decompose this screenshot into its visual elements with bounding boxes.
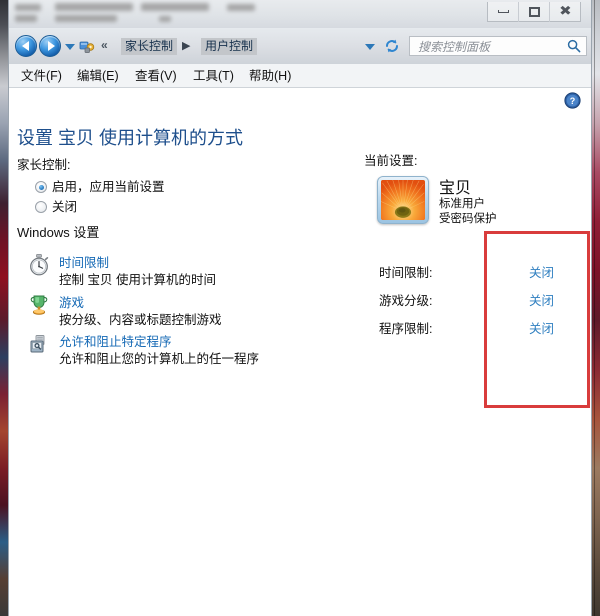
svg-text:?: ? [570, 96, 576, 106]
status-value-game-ratings: 关闭 [529, 294, 555, 308]
menu-item-tools[interactable]: 工具(T) [193, 67, 234, 85]
minimize-button[interactable] [488, 1, 519, 22]
trophy-icon [30, 295, 48, 315]
radio-indicator-on[interactable] [35, 181, 47, 193]
avatar-flower-image [381, 180, 425, 220]
window-controls: ✖ [487, 1, 581, 22]
obscured-title-text [141, 3, 209, 11]
address-bar: « 家长控制 ▶ 用户控制 搜索控制面板 [9, 28, 591, 64]
search-input-placeholder[interactable]: 搜索控制面板 [418, 39, 490, 55]
parental-controls-label: 家长控制: [17, 158, 71, 172]
close-icon: ✖ [558, 4, 572, 19]
desc-allow-block-programs: 允许和阻止您的计算机上的任一程序 [59, 352, 260, 366]
obscured-title-text [55, 15, 117, 22]
back-arrow-icon [21, 41, 29, 51]
forward-button[interactable] [39, 35, 61, 57]
menu-item-help[interactable]: 帮助(H) [249, 67, 291, 85]
menu-bar: 文件(F) 编辑(E) 查看(V) 工具(T) 帮助(H) [9, 64, 591, 88]
menu-item-file[interactable]: 文件(F) [21, 67, 62, 85]
recent-locations-dropdown-icon[interactable] [65, 44, 75, 50]
radio-off[interactable]: 关闭 [35, 196, 77, 215]
back-button[interactable] [15, 35, 37, 57]
user-avatar [377, 176, 429, 224]
stopwatch-icon [30, 254, 49, 276]
windows-settings-heading: Windows 设置 [17, 225, 100, 240]
screenshot-root: ✖ « 家长控制 ▶ 用户控制 搜索控制面板 文件(F) 编辑(E) 查看(V)… [0, 0, 600, 616]
obscured-title-text [15, 4, 41, 11]
status-value-program-limits: 关闭 [529, 322, 555, 336]
user-password-protection: 受密码保护 [439, 213, 497, 225]
breadcrumb-item-user-controls[interactable]: 用户控制 [201, 38, 258, 55]
gerbera-flower-graphic [381, 180, 425, 220]
obscured-title-text [159, 16, 171, 22]
help-icon[interactable]: ? [564, 92, 581, 109]
obscured-title-text [227, 4, 255, 11]
menu-item-edit[interactable]: 编辑(E) [77, 67, 119, 85]
forward-arrow-icon [47, 41, 55, 51]
page-title: 设置 宝贝 使用计算机的方式 [17, 128, 244, 148]
breadcrumb-separator-icon[interactable]: ▶ [182, 39, 190, 52]
programs-icon [30, 335, 45, 353]
maximize-icon [528, 6, 540, 17]
control-panel-icon [79, 41, 95, 53]
menu-item-view[interactable]: 查看(V) [135, 67, 177, 85]
close-button[interactable]: ✖ [550, 2, 580, 22]
minimize-icon [497, 10, 509, 13]
status-value-time-limits: 关闭 [529, 266, 555, 280]
search-icon[interactable] [567, 39, 581, 53]
breadcrumb-item-parental-controls[interactable]: 家长控制 [121, 38, 178, 55]
obscured-title-text [15, 15, 37, 22]
current-settings-label: 当前设置: [364, 154, 418, 168]
radio-label-enable: 启用，应用当前设置 [52, 180, 165, 194]
radio-enable-apply-settings[interactable]: 启用，应用当前设置 [35, 176, 165, 195]
window-title-bar[interactable]: ✖ [9, 0, 591, 28]
maximize-button[interactable] [519, 1, 550, 22]
refresh-icon[interactable] [384, 38, 400, 54]
window-shadow-line [594, 0, 595, 616]
radio-label-off: 关闭 [52, 200, 78, 214]
status-label-time-limits: 时间限制: [379, 266, 433, 280]
main-content: ? 设置 宝贝 使用计算机的方式 家长控制: 启用，应用当前设置 关闭 Wind… [9, 88, 591, 616]
control-panel-window: ✖ « 家长控制 ▶ 用户控制 搜索控制面板 文件(F) 编辑(E) 查看(V)… [8, 0, 592, 616]
radio-indicator-off[interactable] [35, 201, 47, 213]
status-label-game-ratings: 游戏分级: [379, 294, 433, 308]
breadcrumb-chevron-down-icon[interactable] [365, 44, 375, 50]
desc-time-limits: 控制 宝贝 使用计算机的时间 [59, 273, 216, 287]
status-label-program-limits: 程序限制: [379, 322, 433, 336]
breadcrumb-overflow-icon[interactable]: « [101, 38, 108, 52]
obscured-title-text [55, 3, 133, 11]
desc-games: 按分级、内容或标题控制游戏 [59, 313, 222, 327]
search-box[interactable]: 搜索控制面板 [409, 36, 587, 56]
user-account-type: 标准用户 [439, 198, 485, 210]
